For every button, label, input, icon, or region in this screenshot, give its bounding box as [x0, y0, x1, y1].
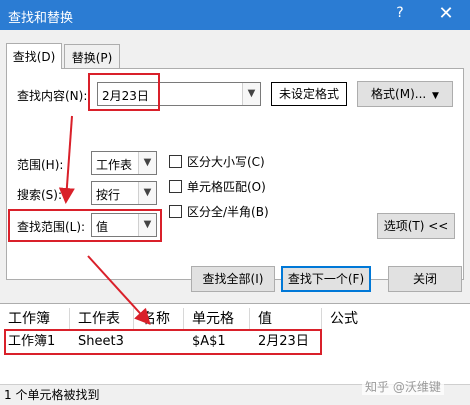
search-order-select[interactable]: 按行 ▼ [91, 181, 157, 205]
chevron-down-icon: ▼ [432, 91, 439, 101]
highlight-result-row [4, 329, 322, 355]
format-button-label: 格式(M)... [371, 87, 427, 101]
format-preview: 未设定格式 [271, 82, 347, 106]
format-button[interactable]: 格式(M)... ▼ [357, 81, 453, 107]
find-next-button[interactable]: 查找下一个(F) [281, 266, 371, 292]
column-header-formula[interactable]: 公式 [322, 308, 402, 330]
column-header-cell[interactable]: 单元格 [184, 308, 250, 330]
checkbox-icon[interactable] [169, 205, 182, 218]
within-label: 范围(H): [17, 158, 64, 172]
highlight-look-in [8, 209, 162, 242]
column-header-value[interactable]: 值 [250, 308, 322, 330]
checkbox-icon[interactable] [169, 155, 182, 168]
match-byte-checkbox[interactable]: 区分全/半角(B) [169, 203, 269, 220]
chevron-down-icon[interactable]: ▼ [138, 182, 156, 204]
within-value: 工作表 [96, 158, 133, 172]
match-case-checkbox[interactable]: 区分大小写(C) [169, 153, 265, 170]
match-byte-label: 区分全/半角(B) [187, 205, 269, 219]
options-button[interactable]: 选项(T) << [377, 213, 455, 239]
column-header-sheet[interactable]: 工作表 [70, 308, 134, 330]
watermark: 知乎 @沃维键 [362, 378, 444, 395]
search-order-label: 搜索(S): [17, 188, 63, 202]
checkbox-icon[interactable] [169, 180, 182, 193]
help-icon[interactable]: ? [392, 5, 408, 21]
close-button[interactable]: 关闭 [388, 266, 462, 292]
tab-replace[interactable]: 替换(P) [64, 44, 120, 68]
match-entire-cell-label: 单元格匹配(O) [187, 180, 266, 194]
chevron-down-icon[interactable]: ▼ [242, 83, 260, 105]
find-all-button[interactable]: 查找全部(I) [191, 266, 275, 292]
column-header-workbook[interactable]: 工作簿 [0, 308, 70, 330]
window-title: 查找和替换 [8, 11, 74, 26]
match-entire-cell-checkbox[interactable]: 单元格匹配(O) [169, 178, 266, 195]
within-select[interactable]: 工作表 ▼ [91, 151, 157, 175]
highlight-find-value [88, 73, 160, 111]
chevron-down-icon[interactable]: ▼ [138, 152, 156, 174]
find-tab-panel: 查找内容(N): 2月23日 ▼ 未设定格式 格式(M)... ▼ 范围(H):… [6, 68, 464, 280]
dialog-body: 查找(D) 替换(P) 查找内容(N): 2月23日 ▼ 未设定格式 格式(M)… [0, 30, 470, 303]
result-formula [322, 331, 330, 353]
find-what-label: 查找内容(N): [17, 89, 88, 103]
close-icon[interactable]: ✕ [436, 3, 456, 24]
match-case-label: 区分大小写(C) [187, 155, 265, 169]
search-order-value: 按行 [96, 188, 121, 202]
column-header-name[interactable]: 名称 [134, 308, 184, 330]
title-bar: 查找和替换 ? ✕ [0, 0, 470, 30]
tab-find[interactable]: 查找(D) [6, 43, 62, 69]
